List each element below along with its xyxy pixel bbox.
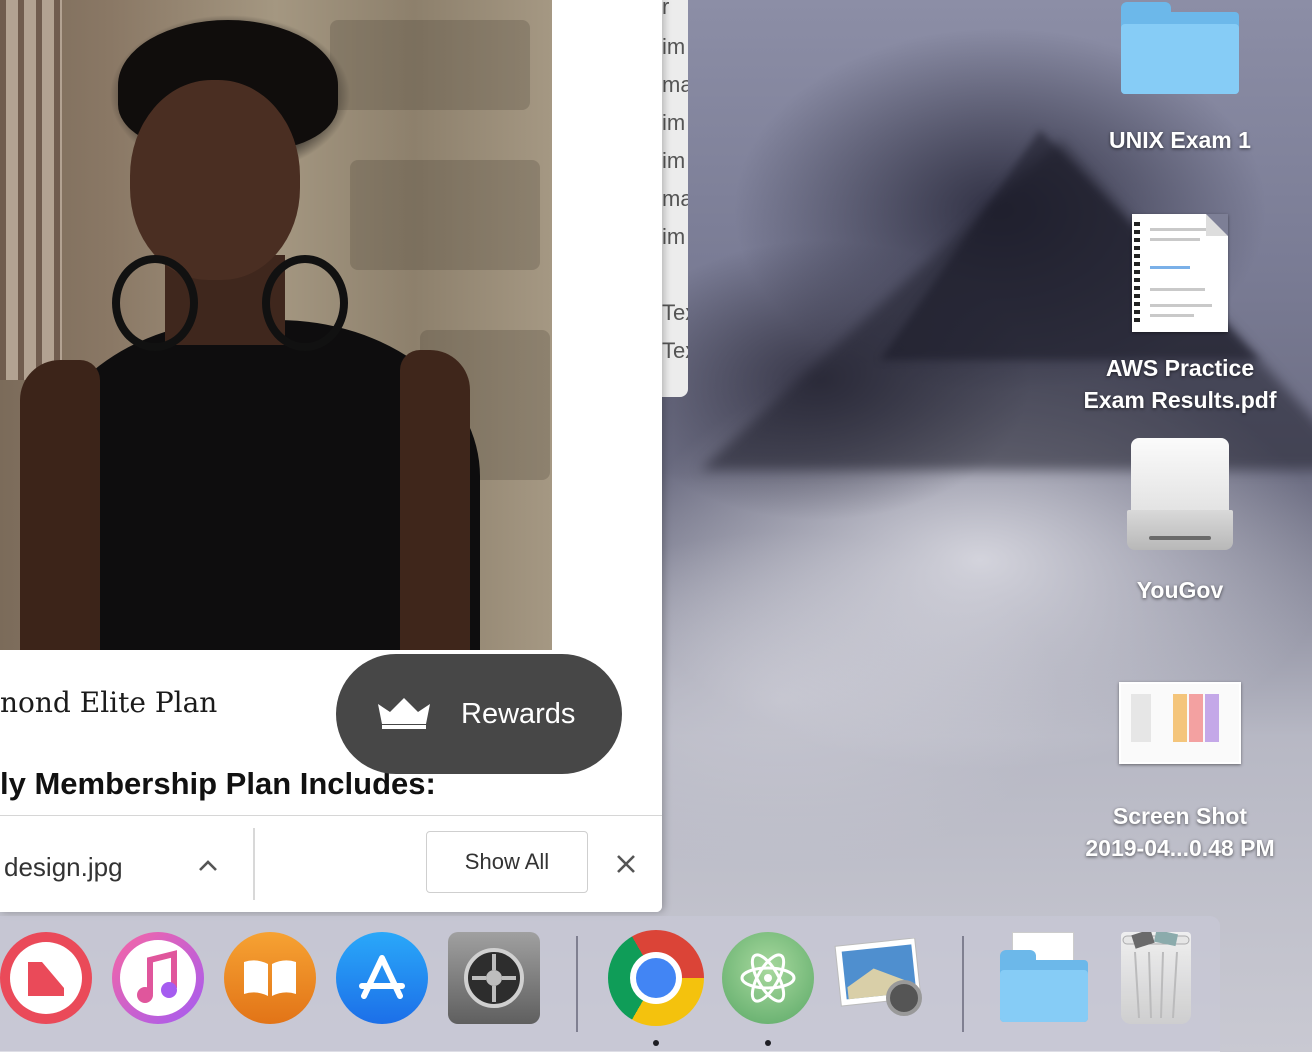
chevron-up-icon[interactable] <box>196 854 220 878</box>
desktop-icon-label: YouGov <box>1136 577 1224 603</box>
background-window-row: im <box>662 34 686 59</box>
background-window-row: ma <box>662 72 688 97</box>
photo-earring <box>262 255 348 351</box>
plan-name-text: nond Elite Plan <box>0 686 218 719</box>
close-icon[interactable] <box>612 850 640 878</box>
photo-arm <box>400 350 470 650</box>
background-window-row: r <box>662 0 670 19</box>
system-preferences-icon[interactable] <box>448 932 540 1024</box>
news-app-icon[interactable] <box>0 932 92 1024</box>
folder-icon <box>1121 2 1239 94</box>
background-window-row: Tex <box>662 300 688 325</box>
membership-heading: ly Membership Plan Includes: <box>0 766 436 801</box>
running-indicator <box>765 1040 771 1046</box>
download-bar-divider <box>253 828 255 900</box>
background-window-row: im <box>662 224 686 249</box>
photo-face <box>130 80 300 280</box>
desktop-icon-screenshot[interactable]: Screen Shot 2019-04...0.48 PM <box>1060 682 1300 864</box>
dock-separator <box>962 936 964 1032</box>
desktop-icon-label: AWS Practice <box>1105 355 1255 381</box>
desktop-icon-label: UNIX Exam 1 <box>1109 127 1251 153</box>
background-window-row: im <box>662 148 686 173</box>
download-bar: design.jpg Show All <box>0 815 662 912</box>
crown-icon <box>378 698 430 729</box>
desktop-icon-label: Exam Results.pdf <box>1083 387 1277 413</box>
desktop-icon-label: 2019-04...0.48 PM <box>1085 835 1275 861</box>
dock-separator <box>576 936 578 1032</box>
browser-window: nond Elite Plan ly Membership Plan Inclu… <box>0 0 662 912</box>
trash-icon[interactable] <box>1110 932 1202 1024</box>
itunes-app-icon[interactable] <box>112 932 204 1024</box>
model-photo <box>0 0 552 650</box>
app-store-icon[interactable] <box>336 932 428 1024</box>
desktop-icon-unix-exam[interactable]: UNIX Exam 1 <box>1060 2 1300 156</box>
show-all-button[interactable]: Show All <box>426 831 588 893</box>
desktop-icon-aws-pdf[interactable]: AWS Practice Exam Results.pdf <box>1060 214 1300 416</box>
photo-earring <box>112 255 198 351</box>
photo-stone <box>350 160 540 270</box>
photo-stone <box>330 20 530 110</box>
preview-app-icon[interactable] <box>834 932 926 1024</box>
rewards-button[interactable]: Rewards <box>336 654 622 774</box>
books-app-icon[interactable] <box>224 932 316 1024</box>
pdf-document-icon <box>1132 214 1228 332</box>
desktop-icon-yougov[interactable]: YouGov <box>1060 438 1300 606</box>
download-file-name[interactable]: design.jpg <box>4 852 123 883</box>
external-drive-icon <box>1127 438 1233 554</box>
chrome-app-icon[interactable] <box>608 930 704 1026</box>
background-window[interactable]: r im ma im im ma im Tex Tex <box>662 0 688 397</box>
atom-app-icon[interactable] <box>722 932 814 1024</box>
dock <box>0 916 1220 1052</box>
background-window-row: ma <box>662 186 688 211</box>
downloads-folder-icon[interactable] <box>998 932 1090 1024</box>
background-window-row: Tex <box>662 338 688 363</box>
rewards-label: Rewards <box>461 698 576 730</box>
photo-window-frame <box>0 0 62 380</box>
running-indicator <box>653 1040 659 1046</box>
screenshot-thumbnail-icon <box>1119 682 1241 764</box>
background-window-row: im <box>662 110 686 135</box>
desktop-icon-label: Screen Shot <box>1112 803 1248 829</box>
photo-arm <box>20 360 100 650</box>
